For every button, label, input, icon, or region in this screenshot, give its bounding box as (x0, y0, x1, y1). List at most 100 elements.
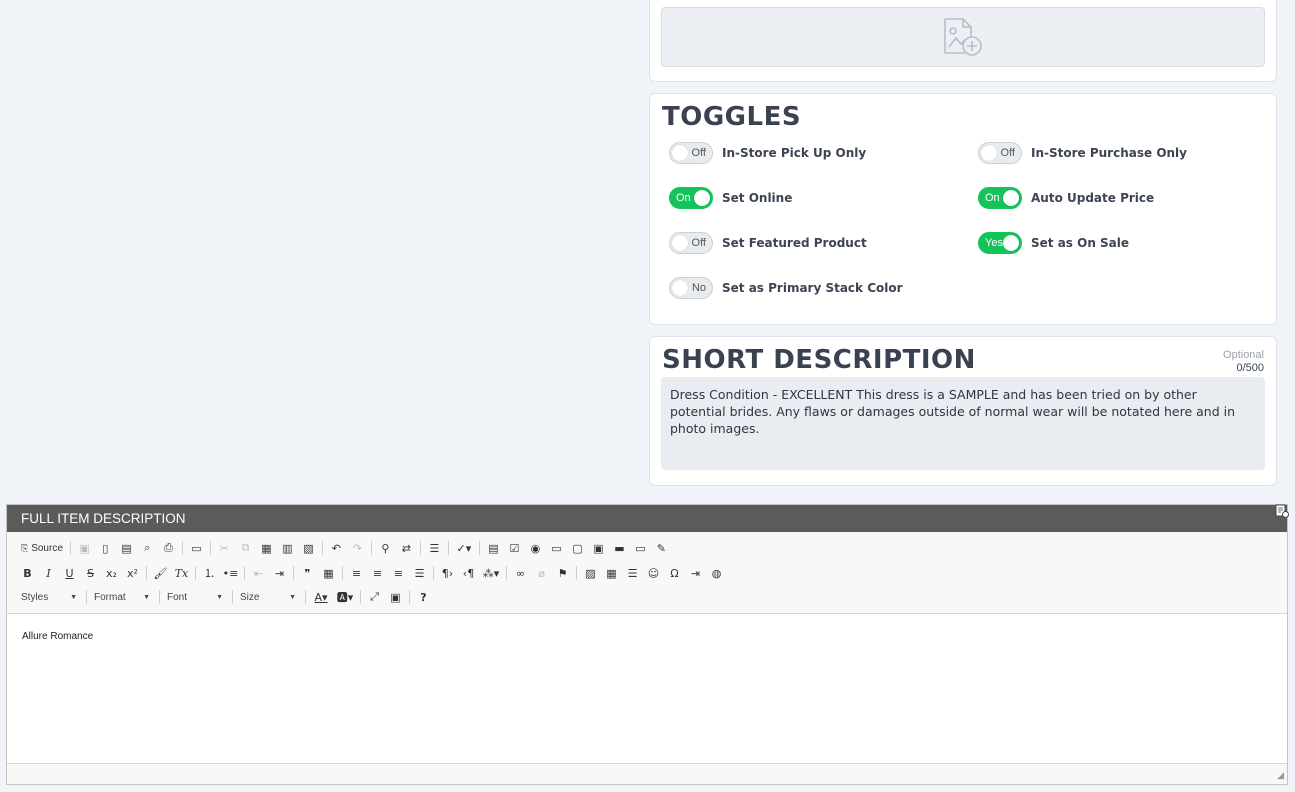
toggle-knob (672, 235, 688, 251)
iframe-globe-icon[interactable]: ◍ (706, 563, 727, 583)
align-left-icon[interactable]: ≡ (346, 563, 367, 583)
templates-icon[interactable]: ▭ (186, 538, 207, 558)
toggle-label: Set Online (722, 191, 793, 205)
indent-icon[interactable]: ⇥ (269, 563, 290, 583)
toggle-state: No (691, 282, 706, 294)
bulleted-list-icon[interactable]: •≡ (220, 563, 241, 583)
toggle-auto-update-price[interactable]: On Auto Update Price (978, 187, 1154, 209)
undo-icon[interactable]: ↶ (326, 538, 347, 558)
preview-icon[interactable]: ⌕ (137, 538, 158, 558)
text-field-icon[interactable]: ▭ (546, 538, 567, 558)
remove-format-icon[interactable]: Tx (171, 563, 192, 583)
font-dropdown[interactable]: Font ▼ (163, 592, 229, 603)
export-pdf-icon[interactable]: ▤ (116, 538, 137, 558)
editor-content-area[interactable]: Allure Romance (7, 613, 1287, 764)
strikethrough-icon[interactable]: S (80, 563, 101, 583)
redo-icon[interactable]: ↷ (347, 538, 368, 558)
text-color-icon[interactable]: A▾ (309, 587, 333, 607)
hidden-field-icon[interactable]: ✎ (651, 538, 672, 558)
show-blocks-icon[interactable]: ▣ (385, 587, 406, 607)
short-description-textarea[interactable]: Dress Condition - EXCELLENT This dress i… (661, 377, 1265, 470)
numbered-list-icon[interactable]: ⒈ (199, 563, 220, 583)
outdent-icon[interactable]: ⇤ (248, 563, 269, 583)
toggle-switch[interactable]: On (978, 187, 1022, 209)
horizontal-line-icon[interactable]: ☰ (622, 563, 643, 583)
toolbar-separator (360, 590, 361, 604)
page-break-icon[interactable]: ⇥ (685, 563, 706, 583)
paste-word-icon[interactable]: ▧ (298, 538, 319, 558)
div-container-icon[interactable]: ▦ (318, 563, 339, 583)
copy-format-icon[interactable]: 🖌 (150, 563, 171, 583)
toggle-switch[interactable]: Off (669, 142, 713, 164)
save-icon[interactable]: ▣ (74, 538, 95, 558)
toolbar-separator (321, 541, 323, 555)
format-dropdown[interactable]: Format ▼ (90, 592, 156, 603)
align-center-icon[interactable]: ≡ (367, 563, 388, 583)
toggle-switch[interactable]: Yes (978, 232, 1022, 254)
table-icon[interactable]: ▦ (601, 563, 622, 583)
superscript-icon[interactable]: x² (122, 563, 143, 583)
resize-handle-icon[interactable]: ◢ (1277, 770, 1284, 781)
textarea-icon[interactable]: ▢ (567, 538, 588, 558)
smiley-icon[interactable]: ☺ (643, 563, 664, 583)
blockquote-icon[interactable]: ❞ (297, 563, 318, 583)
text-ltr-icon[interactable]: ¶› (437, 563, 458, 583)
toolbar-separator (86, 590, 87, 604)
radio-icon[interactable]: ◉ (525, 538, 546, 558)
add-image-icon (944, 18, 982, 56)
image-button-icon[interactable]: ▭ (630, 538, 651, 558)
image-dropzone[interactable] (661, 7, 1265, 67)
select-field-icon[interactable]: ▣ (588, 538, 609, 558)
align-right-icon[interactable]: ≡ (388, 563, 409, 583)
maximize-icon[interactable]: ⤢ (364, 587, 385, 607)
toggle-primary-stack-color[interactable]: No Set as Primary Stack Color (669, 277, 903, 299)
find-icon[interactable]: ⚲ (375, 538, 396, 558)
toggle-label: Set as On Sale (1031, 236, 1130, 250)
document-settings-icon[interactable] (1275, 504, 1289, 518)
toolbar-separator (293, 566, 294, 580)
toggle-set-online[interactable]: On Set Online (669, 187, 792, 209)
special-char-icon[interactable]: Ω (664, 563, 685, 583)
spellcheck-icon[interactable]: ✓▾ (452, 538, 476, 558)
text-rtl-icon[interactable]: ‹¶ (458, 563, 479, 583)
anchor-flag-icon[interactable]: ⚑ (552, 563, 573, 583)
paste-icon[interactable]: ▦ (256, 538, 277, 558)
toggle-knob (981, 145, 997, 161)
toggle-switch[interactable]: On (669, 187, 713, 209)
toggle-switch[interactable]: Off (669, 232, 713, 254)
new-page-icon[interactable]: ▯ (95, 538, 116, 558)
toggle-knob (1003, 190, 1019, 206)
styles-dropdown[interactable]: Styles ▼ (17, 592, 83, 603)
toggle-featured-product[interactable]: Off Set Featured Product (669, 232, 867, 254)
toggle-switch[interactable]: No (669, 277, 713, 299)
align-justify-icon[interactable]: ☰ (409, 563, 430, 583)
bold-icon[interactable]: B (17, 563, 38, 583)
image-icon[interactable]: ▨ (580, 563, 601, 583)
checkbox-icon[interactable]: ☑ (504, 538, 525, 558)
link-icon[interactable]: ∞ (510, 563, 531, 583)
toolbar-separator (370, 541, 372, 555)
toggle-on-sale[interactable]: Yes Set as On Sale (978, 232, 1129, 254)
editor-toolbar-row-3: Styles ▼ Format ▼ Font ▼ Size ▼ A▾ 🅰▾ ⤢ … (17, 586, 434, 608)
subscript-icon[interactable]: x₂ (101, 563, 122, 583)
unlink-icon[interactable]: ⌀ (531, 563, 552, 583)
underline-icon[interactable]: U (59, 563, 80, 583)
source-label: Source (31, 542, 63, 554)
button-field-icon[interactable]: ▬ (609, 538, 630, 558)
toggle-in-store-pickup[interactable]: Off In-Store Pick Up Only (669, 142, 866, 164)
paste-text-icon[interactable]: ▥ (277, 538, 298, 558)
form-icon[interactable]: ▤ (483, 538, 504, 558)
select-all-icon[interactable]: ☰ (424, 538, 445, 558)
replace-icon[interactable]: ⇄ (396, 538, 417, 558)
print-icon[interactable]: ⎙ (158, 538, 179, 558)
copy-icon[interactable]: ⧉ (235, 538, 256, 558)
cut-icon[interactable]: ✂ (214, 538, 235, 558)
size-dropdown[interactable]: Size ▼ (236, 592, 302, 603)
language-icon[interactable]: ⁂▾ (479, 563, 503, 583)
toggle-switch[interactable]: Off (978, 142, 1022, 164)
help-icon[interactable]: ? (413, 587, 434, 607)
toggle-in-store-purchase[interactable]: Off In-Store Purchase Only (978, 142, 1187, 164)
source-button[interactable]: ⎘ Source (17, 543, 67, 554)
italic-icon[interactable]: I (38, 563, 59, 583)
background-color-icon[interactable]: 🅰▾ (333, 587, 357, 607)
